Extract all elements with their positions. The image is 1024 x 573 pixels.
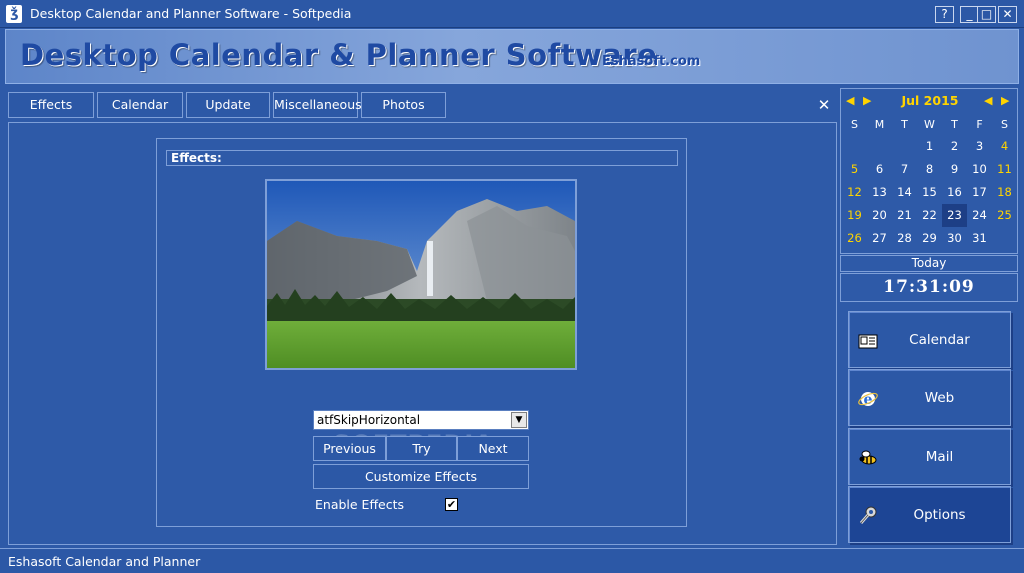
app-banner: Desktop Calendar & Planner Software Esha…	[5, 29, 1019, 84]
calendar-empty-cell	[892, 135, 917, 158]
customize-effects-button[interactable]: Customize Effects	[313, 464, 529, 489]
calendar-day[interactable]: 16	[942, 181, 967, 204]
clock-display: 17:31:09	[840, 273, 1018, 302]
calendar-day[interactable]: 12	[842, 181, 867, 204]
calendar-day[interactable]: 6	[867, 158, 892, 181]
calendar-week-row: 26 27 28 29 30 31	[842, 227, 1017, 250]
prev-year-icon[interactable]: ◀	[984, 94, 992, 107]
calendar-day[interactable]: 20	[867, 204, 892, 227]
web-button[interactable]: e Web	[848, 369, 1011, 426]
try-button[interactable]: Try	[386, 436, 457, 461]
options-button-label: Options	[913, 507, 966, 523]
calendar-day[interactable]: 14	[892, 181, 917, 204]
calendar-weekday: T	[901, 118, 908, 131]
calendar-button-label: Calendar	[909, 332, 970, 348]
calendar-day[interactable]: 4	[992, 135, 1017, 158]
mail-button[interactable]: Mail	[848, 428, 1011, 485]
options-button[interactable]: Options	[848, 486, 1011, 543]
calendar-day[interactable]: 7	[892, 158, 917, 181]
calendar-day[interactable]: 5	[842, 158, 867, 181]
landscape-photo-icon	[267, 181, 575, 368]
calendar-day[interactable]: 28	[892, 227, 917, 250]
calendar-week-row: 12 13 14 15 16 17 18	[842, 181, 1017, 204]
title-bar: ǯ Desktop Calendar and Planner Software …	[0, 0, 1024, 28]
help-button[interactable]: ?	[935, 6, 954, 23]
calendar-grid: S M T W T F S 1 2 3 4 5 6 7 8 9 10 11 12 13 14 15 16 17 18 19 20 21…	[842, 116, 1017, 250]
tab-update[interactable]: Update	[186, 92, 270, 118]
calendar-weekday: S	[1001, 118, 1008, 131]
calendar-weekday: S	[851, 118, 858, 131]
calendar-weekday: F	[976, 118, 983, 131]
calendar-week-row: 1234	[842, 135, 1017, 158]
calendar-empty-cell	[867, 135, 892, 158]
today-button[interactable]: Today	[840, 255, 1018, 272]
web-button-label: Web	[924, 390, 955, 406]
tab-miscellaneous[interactable]: Miscellaneous	[273, 92, 362, 118]
calendar-weekday: W	[924, 118, 935, 131]
calendar-day[interactable]: 8	[917, 158, 942, 181]
calendar-day[interactable]: 31	[967, 227, 992, 250]
status-bar: Eshasoft Calendar and Planner	[0, 548, 1024, 573]
calendar-day[interactable]: 18	[992, 181, 1017, 204]
calendar-empty-cell	[992, 227, 1017, 250]
enable-effects-label: Enable Effects	[315, 497, 405, 512]
calendar-day[interactable]: 15	[917, 181, 942, 204]
calendar-button[interactable]: Calendar	[848, 311, 1011, 368]
tab-photos[interactable]: Photos	[361, 92, 446, 118]
calendar-day[interactable]: 21	[892, 204, 917, 227]
calendar-weekday-row: SMTWTFS	[842, 116, 1017, 135]
app-icon[interactable]: ǯ	[6, 5, 22, 23]
close-panel-icon[interactable]: ✕	[816, 96, 832, 114]
calendar-day[interactable]: 24	[967, 204, 992, 227]
enable-effects-checkbox[interactable]: ✔	[445, 498, 458, 511]
calendar-day[interactable]: 11	[992, 158, 1017, 181]
calendar-weekday: M	[874, 118, 885, 131]
next-year-icon[interactable]: ▶	[1001, 94, 1009, 107]
calendar-day[interactable]: 25	[992, 204, 1017, 227]
calendar-day[interactable]: 23	[942, 204, 967, 227]
banner-subtitle: Eshasoft.com	[602, 54, 701, 69]
calendar-day[interactable]: 30	[942, 227, 967, 250]
calendar-week-row: 19 20 21 22 23 24 25	[842, 204, 1017, 227]
calendar-day[interactable]: 27	[867, 227, 892, 250]
previous-button[interactable]: Previous	[313, 436, 386, 461]
calendar-day[interactable]: 10	[967, 158, 992, 181]
calendar-week-row: 5 6 7 8 9 10 11	[842, 158, 1017, 181]
calendar-day[interactable]: 9	[942, 158, 967, 181]
calendar-day[interactable]: 19	[842, 204, 867, 227]
banner-title: Desktop Calendar & Planner Software	[20, 38, 658, 72]
window-title: Desktop Calendar and Planner Software - …	[30, 6, 352, 21]
effect-select-value: atfSkipHorizontal	[317, 413, 421, 427]
tab-effects[interactable]: Effects	[8, 92, 94, 118]
calendar-day[interactable]: 2	[942, 135, 967, 158]
chevron-down-icon[interactable]: ▼	[511, 412, 527, 428]
preview-photo	[265, 179, 577, 370]
calendar-day[interactable]: 3	[967, 135, 992, 158]
calendar-day[interactable]: 26	[842, 227, 867, 250]
status-text: Eshasoft Calendar and Planner	[8, 554, 201, 569]
calendar-day[interactable]: 13	[867, 181, 892, 204]
effects-header: Effects:	[166, 150, 678, 166]
next-button[interactable]: Next	[457, 436, 529, 461]
tab-bar: Effects Calendar Update Miscellaneous Ph…	[8, 92, 836, 120]
calendar-day[interactable]: 22	[917, 204, 942, 227]
calendar-day[interactable]: 29	[917, 227, 942, 250]
tab-calendar[interactable]: Calendar	[97, 92, 183, 118]
calendar-day[interactable]: 17	[967, 181, 992, 204]
calendar-day[interactable]: 1	[917, 135, 942, 158]
calendar-empty-cell	[842, 135, 867, 158]
calendar-weekday: T	[951, 118, 958, 131]
mail-button-label: Mail	[925, 449, 954, 465]
maximize-button[interactable]: □	[977, 6, 996, 23]
effect-select[interactable]: atfSkipHorizontal ▼	[313, 410, 529, 430]
close-window-button[interactable]: ✕	[998, 6, 1017, 23]
